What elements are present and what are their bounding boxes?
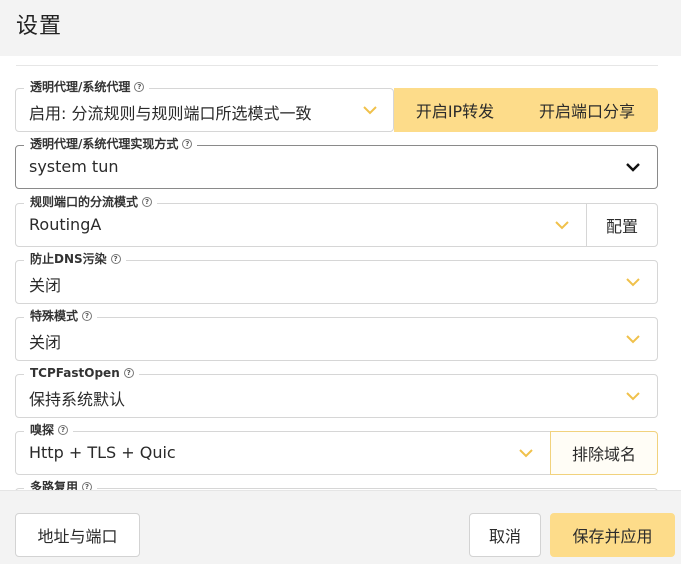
- tcp-fast-open-label-text: TCPFastOpen: [30, 366, 120, 380]
- mux-label-text: 多路复用: [30, 480, 79, 490]
- transparent-proxy-label: 透明代理/系统代理 ?: [24, 79, 150, 95]
- help-icon[interactable]: ?: [123, 368, 134, 378]
- help-icon[interactable]: ?: [142, 197, 153, 207]
- exclude-domains-button[interactable]: 排除域名: [550, 431, 658, 475]
- sniffing-label-text: 嗅探: [30, 423, 55, 437]
- help-icon[interactable]: ?: [82, 311, 93, 321]
- dialog-footer: 地址与端口 取消 保存并应用: [0, 490, 681, 564]
- chevron-down-icon: [363, 106, 377, 115]
- proxy-impl-label-text: 透明代理/系统代理实现方式: [30, 137, 179, 151]
- help-icon[interactable]: ?: [134, 82, 145, 92]
- help-icon[interactable]: ?: [110, 254, 121, 264]
- special-mode-label-text: 特殊模式: [30, 309, 79, 323]
- tcp-fast-open-label: TCPFastOpen ?: [24, 365, 139, 381]
- chevron-down-icon: [626, 335, 640, 344]
- dns-pollution-value: 关闭: [29, 276, 62, 295]
- page-title: 设置: [16, 14, 63, 39]
- chevron-down-icon: [519, 449, 533, 458]
- settings-form[interactable]: 启用: 分流规则与规则端口所选模式一致 透明代理/系统代理 ? 开启IP转发 开…: [0, 56, 681, 490]
- divider: [16, 65, 658, 66]
- dns-pollution-label: 防止DNS污染 ?: [24, 251, 126, 267]
- routing-mode-value: RoutingA: [29, 215, 102, 234]
- address-port-button[interactable]: 地址与端口: [15, 513, 140, 557]
- help-icon[interactable]: ?: [182, 139, 193, 149]
- ip-forward-button[interactable]: 开启IP转发: [394, 88, 516, 132]
- dialog-header: 设置: [0, 0, 681, 56]
- transparent-proxy-value: 启用: 分流规则与规则端口所选模式一致: [29, 104, 312, 123]
- help-icon[interactable]: ?: [58, 425, 69, 435]
- routing-config-button[interactable]: 配置: [586, 203, 658, 247]
- mux-label: 多路复用 ?: [24, 479, 98, 490]
- special-mode-select[interactable]: 关闭: [15, 317, 658, 361]
- routing-mode-label-text: 规则端口的分流模式: [30, 195, 139, 209]
- chevron-down-icon: [555, 221, 569, 230]
- cancel-button[interactable]: 取消: [469, 513, 541, 557]
- routing-mode-label: 规则端口的分流模式 ?: [24, 194, 158, 210]
- help-icon[interactable]: ?: [82, 482, 93, 490]
- sniffing-value: Http + TLS + Quic: [29, 443, 176, 462]
- proxy-impl-label: 透明代理/系统代理实现方式 ?: [24, 136, 198, 152]
- special-mode-label: 特殊模式 ?: [24, 308, 98, 324]
- proxy-impl-value: system tun: [29, 157, 119, 176]
- special-mode-value: 关闭: [29, 333, 62, 352]
- sniffing-select[interactable]: Http + TLS + Quic: [15, 431, 551, 475]
- sniffing-label: 嗅探 ?: [24, 422, 74, 438]
- save-apply-button[interactable]: 保存并应用: [550, 513, 675, 557]
- chevron-down-icon: [626, 163, 640, 172]
- tcp-fast-open-value: 保持系统默认: [29, 390, 126, 409]
- transparent-proxy-label-text: 透明代理/系统代理: [30, 80, 131, 94]
- chevron-down-icon: [626, 278, 640, 287]
- chevron-down-icon: [626, 392, 640, 401]
- port-share-button[interactable]: 开启端口分享: [516, 88, 658, 132]
- dns-pollution-label-text: 防止DNS污染: [30, 252, 107, 266]
